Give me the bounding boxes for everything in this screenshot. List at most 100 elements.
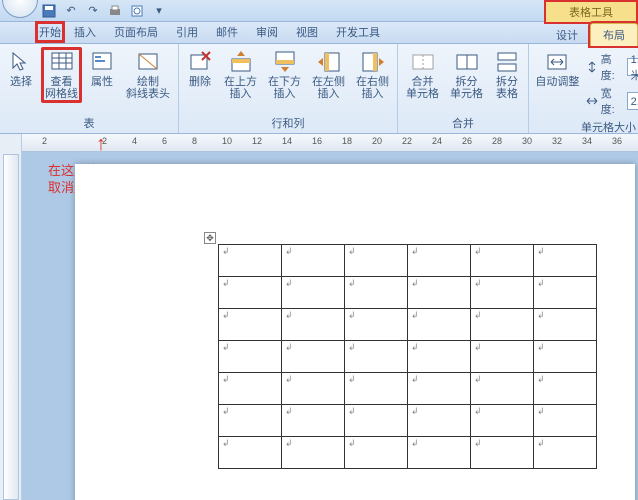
tab-home[interactable]: 开始: [35, 21, 65, 43]
vertical-ruler[interactable]: [0, 134, 22, 500]
tab-view[interactable]: 视图: [287, 21, 327, 43]
table-cell[interactable]: ↲: [219, 277, 282, 309]
table-cell[interactable]: ↲: [345, 245, 408, 277]
ribbon: 选择 查看 网格线 属性 绘制 斜线表头 表 删除: [0, 44, 638, 134]
table-cell[interactable]: ↲: [345, 437, 408, 469]
table-cell[interactable]: ↲: [471, 373, 534, 405]
table-cell[interactable]: ↲: [282, 245, 345, 277]
table-cell[interactable]: ↲: [534, 373, 597, 405]
office-button[interactable]: [2, 0, 38, 18]
tab-developer[interactable]: 开发工具: [327, 21, 389, 43]
table-cell[interactable]: ↲: [219, 309, 282, 341]
split-table-button[interactable]: 拆分 表格: [490, 47, 524, 103]
properties-button[interactable]: 属性: [85, 47, 119, 91]
table-cell[interactable]: ↲: [534, 245, 597, 277]
insert-left-button[interactable]: 在左侧 插入: [308, 47, 349, 103]
table-cell[interactable]: ↲: [408, 373, 471, 405]
table-cell[interactable]: ↲: [219, 405, 282, 437]
table-cell[interactable]: ↲: [471, 277, 534, 309]
merge-cells-button[interactable]: 合并 单元格: [402, 47, 443, 103]
qat-more-icon[interactable]: ▾: [150, 2, 168, 20]
ruler-mark: 8: [192, 136, 197, 146]
tab-review[interactable]: 审阅: [247, 21, 287, 43]
table-cell[interactable]: ↲: [471, 437, 534, 469]
table-cell[interactable]: ↲: [282, 373, 345, 405]
tab-references[interactable]: 引用: [167, 21, 207, 43]
table-cell[interactable]: ↲: [282, 277, 345, 309]
table-cell[interactable]: ↲: [345, 341, 408, 373]
select-button[interactable]: 选择: [4, 47, 38, 91]
table-cell[interactable]: ↲: [408, 437, 471, 469]
table-cell[interactable]: ↲: [282, 341, 345, 373]
table-cell[interactable]: ↲: [534, 341, 597, 373]
table-move-handle[interactable]: ✥: [204, 232, 216, 244]
ruler-mark: 18: [342, 136, 352, 146]
undo-icon[interactable]: ↶: [62, 2, 80, 20]
insert-left-icon: [317, 50, 341, 74]
horizontal-ruler[interactable]: 22468101214161820222426283032343638: [22, 134, 638, 152]
tab-layout[interactable]: 布局: [590, 23, 638, 46]
insert-below-button[interactable]: 在下方 插入: [264, 47, 305, 103]
tab-pagelayout[interactable]: 页面布局: [105, 21, 167, 43]
table-cell[interactable]: ↲: [282, 405, 345, 437]
table-cell[interactable]: ↲: [408, 309, 471, 341]
print-icon[interactable]: [106, 2, 124, 20]
redo-icon[interactable]: ↷: [84, 2, 102, 20]
table-cell[interactable]: ↲: [534, 405, 597, 437]
preview-icon[interactable]: [128, 2, 146, 20]
table-cell[interactable]: ↲: [471, 245, 534, 277]
tab-design[interactable]: 设计: [544, 24, 590, 46]
table-row[interactable]: ↲↲↲↲↲↲: [219, 341, 597, 373]
table-cell[interactable]: ↲: [471, 341, 534, 373]
table-cell[interactable]: ↲: [534, 277, 597, 309]
height-spinner[interactable]: 1.01 厘米 ▲▼: [627, 58, 638, 76]
document-table[interactable]: ↲↲↲↲↲↲↲↲↲↲↲↲↲↲↲↲↲↲↲↲↲↲↲↲↲↲↲↲↲↲↲↲↲↲↲↲↲↲↲↲…: [218, 244, 597, 469]
view-gridlines-button[interactable]: 查看 网格线: [41, 47, 82, 103]
split-cells-label: 拆分 单元格: [450, 76, 483, 100]
table-cell[interactable]: ↲: [219, 373, 282, 405]
width-spinner[interactable]: 2.1 厘米 ▲▼: [627, 92, 638, 110]
save-icon[interactable]: [40, 2, 58, 20]
table-cell[interactable]: ↲: [345, 373, 408, 405]
ruler-mark: 14: [282, 136, 292, 146]
draw-label: 绘制 斜线表头: [126, 76, 170, 100]
table-cell[interactable]: ↲: [408, 341, 471, 373]
insert-above-button[interactable]: 在上方 插入: [220, 47, 261, 103]
table-cell[interactable]: ↲: [408, 245, 471, 277]
ruler-mark: 20: [372, 136, 382, 146]
table-cell[interactable]: ↲: [471, 405, 534, 437]
table-cell[interactable]: ↲: [408, 405, 471, 437]
table-cell[interactable]: ↲: [219, 245, 282, 277]
table-cell[interactable]: ↲: [219, 437, 282, 469]
group-merge-label: 合并: [402, 113, 524, 133]
table-cell[interactable]: ↲: [282, 437, 345, 469]
ruler-mark: 26: [462, 136, 472, 146]
table-row[interactable]: ↲↲↲↲↲↲: [219, 437, 597, 469]
table-cell[interactable]: ↲: [408, 277, 471, 309]
insert-right-button[interactable]: 在右侧 插入: [352, 47, 393, 103]
table-row[interactable]: ↲↲↲↲↲↲: [219, 309, 597, 341]
width-label: 宽度:: [601, 85, 624, 117]
autofit-label: 自动调整: [535, 76, 579, 88]
table-cell[interactable]: ↲: [534, 437, 597, 469]
tab-insert[interactable]: 插入: [65, 21, 105, 43]
table-cell[interactable]: ↲: [345, 405, 408, 437]
tab-mailings[interactable]: 邮件: [207, 21, 247, 43]
table-row[interactable]: ↲↲↲↲↲↲: [219, 405, 597, 437]
table-row[interactable]: ↲↲↲↲↲↲: [219, 373, 597, 405]
table-cell[interactable]: ↲: [534, 309, 597, 341]
table-cell[interactable]: ↲: [345, 277, 408, 309]
table-cell[interactable]: ↲: [471, 309, 534, 341]
table-row[interactable]: ↲↲↲↲↲↲: [219, 277, 597, 309]
split-cells-icon: [455, 50, 479, 74]
autofit-button[interactable]: 自动调整: [533, 47, 582, 91]
table-cell[interactable]: ↲: [282, 309, 345, 341]
split-cells-button[interactable]: 拆分 单元格: [446, 47, 487, 103]
draw-header-button[interactable]: 绘制 斜线表头: [122, 47, 174, 103]
contextual-tabs: 表格工具 设计 布局: [544, 0, 638, 44]
document-area[interactable]: 22468101214161820222426283032343638 ↑ 在这…: [22, 134, 638, 500]
table-cell[interactable]: ↲: [219, 341, 282, 373]
table-cell[interactable]: ↲: [345, 309, 408, 341]
table-row[interactable]: ↲↲↲↲↲↲: [219, 245, 597, 277]
delete-button[interactable]: 删除: [183, 47, 217, 91]
